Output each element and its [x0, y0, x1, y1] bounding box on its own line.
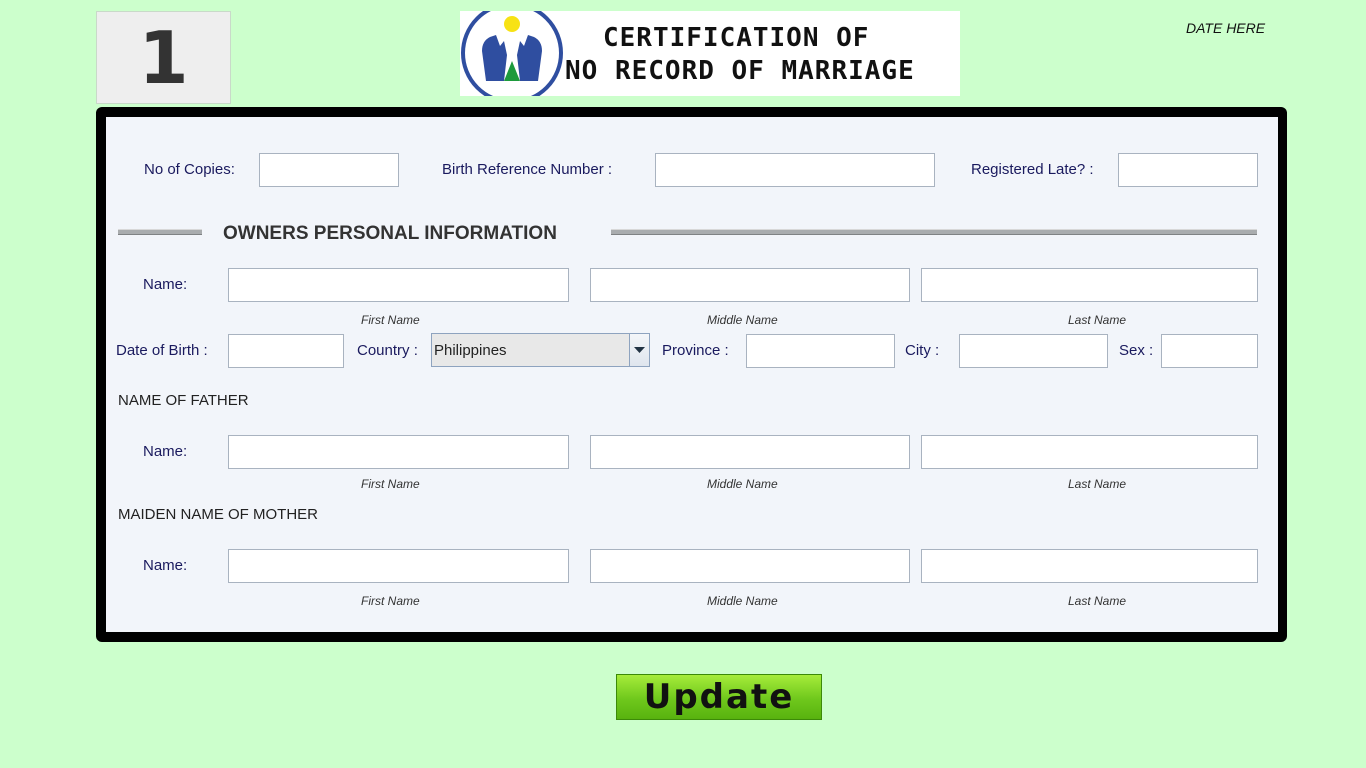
city-input[interactable] — [959, 334, 1108, 368]
mother-name-label: Name: — [143, 557, 188, 574]
update-button[interactable]: Update — [616, 674, 822, 720]
record-number: 1 — [96, 11, 231, 104]
header-banner: CERTIFICATION OF NO RECORD OF MARRIAGE — [460, 11, 960, 96]
hands-logo-icon — [461, 11, 563, 96]
banner-title-line2: NO RECORD OF MARRIAGE — [565, 56, 915, 86]
father-section-title: NAME OF FATHER — [118, 392, 249, 409]
registered-late-input[interactable] — [1118, 153, 1258, 187]
owner-middle-name-input[interactable] — [590, 268, 910, 302]
date-of-birth-input[interactable] — [228, 334, 344, 368]
owner-last-name-caption: Last Name — [1068, 313, 1127, 327]
chevron-down-icon[interactable] — [629, 334, 649, 366]
copies-input[interactable] — [259, 153, 399, 187]
father-middle-name-caption: Middle Name — [707, 477, 778, 491]
section-divider-right — [611, 229, 1257, 235]
mother-section-title: MAIDEN NAME OF MOTHER — [118, 506, 319, 523]
mother-last-name-input[interactable] — [921, 549, 1258, 583]
mother-first-name-caption: First Name — [361, 594, 420, 608]
father-name-label: Name: — [143, 443, 188, 460]
province-label: Province : — [662, 342, 729, 359]
country-label: Country : — [357, 342, 418, 359]
banner-title-line1: CERTIFICATION OF — [603, 23, 870, 53]
father-first-name-input[interactable] — [228, 435, 569, 469]
father-first-name-caption: First Name — [361, 477, 420, 491]
city-label: City : — [905, 342, 940, 359]
birth-reference-input[interactable] — [655, 153, 935, 187]
sex-label: Sex : — [1119, 342, 1154, 359]
father-last-name-caption: Last Name — [1068, 477, 1127, 491]
father-middle-name-input[interactable] — [590, 435, 910, 469]
mother-middle-name-input[interactable] — [590, 549, 910, 583]
owner-first-name-input[interactable] — [228, 268, 569, 302]
sex-input[interactable] — [1161, 334, 1258, 368]
father-last-name-input[interactable] — [921, 435, 1258, 469]
date-label: DATE HERE — [1186, 20, 1266, 36]
mother-last-name-caption: Last Name — [1068, 594, 1127, 608]
mother-middle-name-caption: Middle Name — [707, 594, 778, 608]
date-of-birth-label: Date of Birth : — [116, 342, 208, 359]
owner-section-title: OWNERS PERSONAL INFORMATION — [223, 223, 557, 244]
birth-reference-label: Birth Reference Number : — [442, 161, 613, 178]
country-selected-value: Philippines — [434, 342, 507, 359]
mother-first-name-input[interactable] — [228, 549, 569, 583]
section-divider-left — [118, 229, 202, 235]
owner-first-name-caption: First Name — [361, 313, 420, 327]
owner-name-label: Name: — [143, 276, 188, 293]
update-button-label: Update — [643, 677, 795, 717]
province-input[interactable] — [746, 334, 895, 368]
registered-late-label: Registered Late? : — [971, 161, 1094, 178]
country-select[interactable]: Philippines — [431, 333, 650, 367]
owner-last-name-input[interactable] — [921, 268, 1258, 302]
copies-label: No of Copies: — [144, 161, 235, 178]
owner-middle-name-caption: Middle Name — [707, 313, 778, 327]
